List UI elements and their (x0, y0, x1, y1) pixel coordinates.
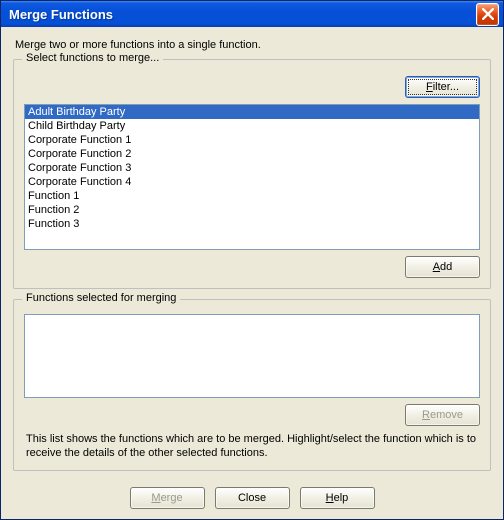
client-area: Merge two or more functions into a singl… (1, 27, 503, 519)
list-item[interactable]: Adult Birthday Party (25, 105, 479, 119)
list-item[interactable]: Function 3 (25, 217, 479, 231)
accelerator-char: A (433, 261, 440, 273)
list-item[interactable]: Corporate Function 3 (25, 161, 479, 175)
list-item[interactable]: Corporate Function 4 (25, 175, 479, 189)
filter-button[interactable]: Filter... (405, 76, 480, 98)
remove-button[interactable]: Remove (405, 404, 480, 426)
list-item[interactable]: Corporate Function 2 (25, 147, 479, 161)
dialog-button-bar: Merge Close Help (13, 481, 491, 509)
merge-functions-dialog: Merge Functions Merge two or more functi… (0, 0, 504, 520)
add-button[interactable]: Add (405, 256, 480, 278)
instruction-text: Merge two or more functions into a singl… (15, 39, 489, 51)
close-icon (482, 8, 494, 20)
selected-functions-list[interactable] (24, 314, 480, 398)
group-selected-legend: Functions selected for merging (22, 292, 180, 304)
merge-button[interactable]: Merge (130, 487, 205, 509)
accelerator-char: R (422, 409, 430, 421)
group-select-functions: Select functions to merge... Filter... A… (13, 59, 491, 289)
accelerator-char: M (151, 492, 160, 504)
list-item[interactable]: Function 1 (25, 189, 479, 203)
titlebar: Merge Functions (1, 1, 503, 27)
available-functions-list[interactable]: Adult Birthday PartyChild Birthday Party… (24, 104, 480, 250)
group-selected-functions: Functions selected for merging Remove Th… (13, 299, 491, 471)
close-dialog-button[interactable]: Close (215, 487, 290, 509)
help-text: This list shows the functions which are … (26, 432, 478, 460)
group-select-legend: Select functions to merge... (22, 52, 163, 64)
accelerator-char: H (326, 492, 334, 504)
close-button[interactable] (476, 3, 499, 26)
list-item[interactable]: Child Birthday Party (25, 119, 479, 133)
list-item[interactable]: Function 2 (25, 203, 479, 217)
accelerator-char: F (426, 81, 433, 93)
list-item[interactable]: Corporate Function 1 (25, 133, 479, 147)
help-button[interactable]: Help (300, 487, 375, 509)
window-title: Merge Functions (9, 7, 476, 22)
